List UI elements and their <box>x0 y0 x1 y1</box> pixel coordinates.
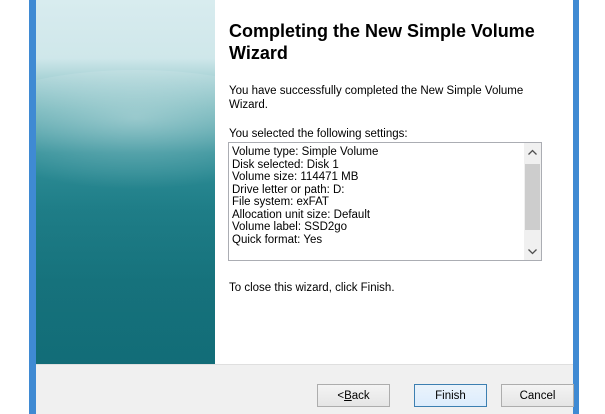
settings-item-file-system: File system: exFAT <box>232 196 329 208</box>
settings-item-disk-selected: Disk selected: Disk 1 <box>232 158 339 171</box>
button-bar: < Back Finish Cancel <box>36 364 574 414</box>
settings-listbox[interactable]: Volume type: Simple Volume Disk selected… <box>228 142 542 261</box>
closing-instructions: To close this wizard, click Finish. <box>229 282 395 294</box>
page-title: Completing the New Simple Volume Wizard <box>229 21 535 63</box>
banner-shade <box>36 170 215 364</box>
scroll-up-button[interactable] <box>524 143 541 160</box>
chevron-up-icon <box>528 147 537 157</box>
settings-item-volume-size: Volume size: 114471 MB <box>232 171 359 183</box>
back-button-label-rest: ack <box>351 389 370 402</box>
back-button[interactable]: < Back <box>317 384 390 407</box>
scroll-thumb[interactable] <box>525 164 540 230</box>
settings-item-volume-label: Volume label: SSD2go <box>232 221 348 233</box>
settings-item-volume-type: Volume type: Simple Volume <box>232 146 379 158</box>
finish-button[interactable]: Finish <box>414 384 487 407</box>
wizard-content: Completing the New Simple Volume Wizard … <box>216 0 573 364</box>
wizard-banner-image <box>36 0 215 364</box>
settings-item-quick-format: Quick format: Yes <box>232 233 323 246</box>
settings-label: You selected the following settings: <box>229 128 408 140</box>
cancel-button[interactable]: Cancel <box>501 384 574 407</box>
intro-text: You have successfully completed the New … <box>229 85 524 111</box>
window-frame-right <box>573 0 579 414</box>
settings-item-drive-letter: Drive letter or path: D: <box>232 183 345 196</box>
vertical-scrollbar[interactable] <box>524 143 541 260</box>
wizard-window: Completing the New Simple Volume Wizard … <box>0 0 605 414</box>
chevron-down-icon <box>528 247 537 257</box>
back-button-accesskey: B <box>344 389 352 402</box>
scroll-down-button[interactable] <box>524 243 541 260</box>
back-button-prefix: < <box>337 389 345 402</box>
settings-item-allocation-unit: Allocation unit size: Default <box>232 208 371 221</box>
window-frame-left <box>29 0 36 414</box>
settings-list: Volume type: Simple Volume Disk selected… <box>232 146 522 246</box>
